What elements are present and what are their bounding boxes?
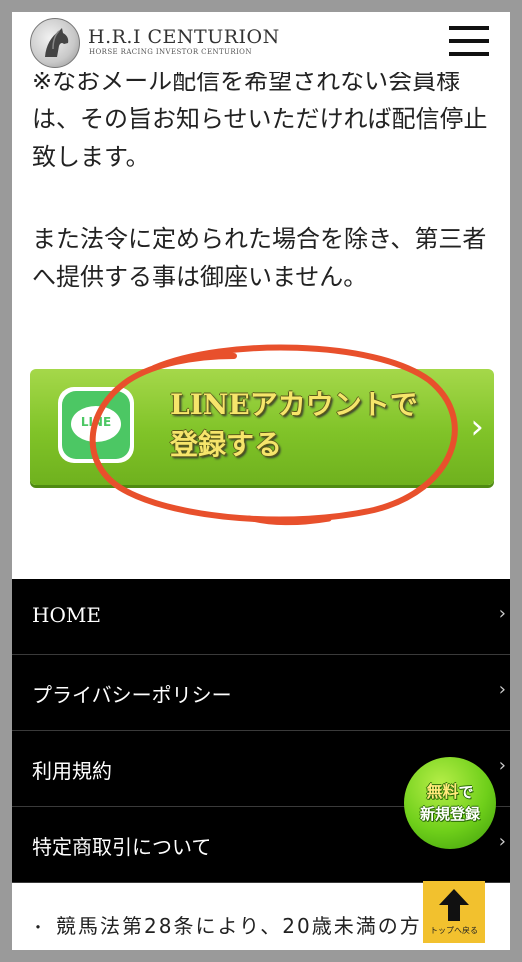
chevron-right-icon: ›	[470, 407, 484, 447]
footer-item-label: 特定商取引について	[32, 835, 212, 859]
horse-logo-icon[interactable]	[30, 18, 80, 68]
line-logo-text: LINE	[80, 415, 112, 429]
paragraph-unsubscribe: ※なおメール配信を希望されない会員様は、その旨お知らせいただければ配信停止致しま…	[32, 67, 488, 171]
logo-subtitle: HORSE RACING INVESTOR CENTURION	[89, 48, 252, 56]
chevron-right-icon: ›	[498, 755, 506, 776]
back-to-top-button[interactable]: トップへ戻る	[423, 881, 485, 943]
back-to-top-label: トップへ戻る	[430, 926, 478, 935]
arrow-up-icon	[439, 889, 469, 921]
register-badge-free: 無料	[426, 782, 459, 801]
line-logo-icon: LINE	[58, 387, 134, 463]
footer-item-label: プライバシーポリシー	[32, 683, 232, 707]
footer-item-label: HOME	[32, 603, 101, 627]
hamburger-menu-icon[interactable]	[449, 24, 489, 58]
notice-text: 競馬法第28条により、20歳未満の方	[56, 914, 422, 938]
chevron-right-icon: ›	[498, 679, 506, 700]
page-frame: H.R.I CENTURION HORSE RACING INVESTOR CE…	[12, 12, 510, 950]
footer-item-home[interactable]: HOME ›	[12, 579, 510, 655]
line-register-button[interactable]: LINE LINEアカウントで 登録する ›	[30, 369, 494, 485]
notice-bullet: ・	[30, 918, 49, 937]
paragraph-third-party: また法令に定められた場合を除き、第三者へ提供する事は御座いません。	[32, 225, 487, 291]
line-button-label: LINEアカウントで 登録する	[170, 388, 418, 461]
register-badge-text: 無料で 新規登録	[404, 781, 496, 825]
footer-item-label: 利用規約	[32, 759, 112, 783]
logo-title[interactable]: H.R.I CENTURION	[88, 26, 280, 48]
chevron-right-icon: ›	[498, 831, 506, 852]
footer-item-privacy-policy[interactable]: プライバシーポリシー ›	[12, 655, 510, 731]
register-badge-new: 新規登録	[419, 805, 480, 823]
site-header: H.R.I CENTURION HORSE RACING INVESTOR CE…	[12, 12, 510, 72]
register-badge-suffix: で	[458, 783, 474, 801]
free-register-badge[interactable]: 無料で 新規登録	[404, 757, 496, 849]
chevron-right-icon: ›	[498, 603, 506, 624]
